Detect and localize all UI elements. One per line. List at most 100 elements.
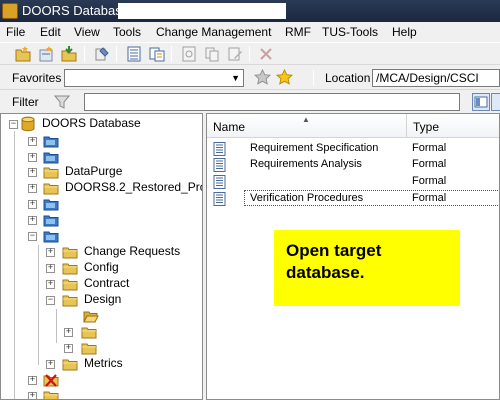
folder-icon[interactable] bbox=[62, 294, 78, 307]
tree-guide bbox=[14, 131, 15, 399]
delete-icon[interactable] bbox=[257, 45, 275, 63]
module-name[interactable]: Verification Procedures bbox=[250, 192, 363, 204]
expand-icon[interactable]: + bbox=[28, 184, 37, 193]
menu-tools[interactable]: Tools bbox=[113, 25, 141, 39]
favorites-bar: Favorites ▼ Location /MCA/Design/CSCI bbox=[0, 64, 500, 89]
menu-change-management[interactable]: Change Management bbox=[156, 25, 271, 39]
menu-help[interactable]: Help bbox=[392, 25, 417, 39]
menu-rmf[interactable]: RMF bbox=[285, 25, 311, 39]
database-icon[interactable] bbox=[20, 116, 36, 132]
location-label: Location bbox=[325, 71, 371, 85]
details-view-icon[interactable] bbox=[472, 93, 490, 111]
expand-icon[interactable]: + bbox=[64, 328, 73, 337]
location-field[interactable]: /MCA/Design/CSCI bbox=[372, 69, 500, 87]
folder-icon[interactable] bbox=[43, 182, 59, 195]
tree-item-label[interactable]: Contract bbox=[84, 276, 129, 290]
tree-item-label[interactable]: Change Requests bbox=[84, 244, 180, 258]
chevron-down-icon[interactable]: ▼ bbox=[231, 73, 240, 83]
column-header-type[interactable]: Type bbox=[407, 114, 499, 138]
collapse-icon[interactable]: − bbox=[28, 232, 37, 241]
filter-input[interactable] bbox=[84, 93, 460, 111]
column-header-type-label: Type bbox=[413, 120, 440, 134]
instruction-callout: Open target database. bbox=[274, 230, 460, 306]
project-icon[interactable] bbox=[43, 214, 59, 227]
formal-module-icon[interactable] bbox=[125, 45, 143, 63]
tree-item-label[interactable]: DataPurge bbox=[65, 164, 122, 178]
open-folder-icon[interactable] bbox=[60, 45, 78, 63]
favorite-star-icon[interactable] bbox=[276, 69, 293, 86]
new-folder-icon[interactable] bbox=[14, 45, 32, 63]
expand-icon[interactable]: + bbox=[64, 344, 73, 353]
menu-file[interactable]: File bbox=[6, 25, 25, 39]
folder-icon[interactable] bbox=[62, 358, 78, 371]
menu-edit[interactable]: Edit bbox=[40, 25, 61, 39]
toolbar-separator bbox=[249, 46, 250, 62]
link-module-icon[interactable] bbox=[148, 45, 166, 63]
expand-icon[interactable]: + bbox=[28, 216, 37, 225]
deleted-folder-icon[interactable] bbox=[43, 374, 59, 387]
toolbar-separator bbox=[313, 70, 314, 86]
expand-icon[interactable]: + bbox=[46, 248, 55, 257]
module-name[interactable]: Requirements Analysis bbox=[250, 158, 362, 170]
edit-icon[interactable] bbox=[226, 45, 244, 63]
collapse-icon[interactable]: − bbox=[9, 120, 18, 129]
project-icon[interactable] bbox=[43, 198, 59, 211]
toolbar-separator bbox=[171, 46, 172, 62]
folder-icon[interactable] bbox=[81, 326, 97, 339]
favorites-dropdown[interactable]: ▼ bbox=[64, 69, 244, 87]
expand-icon[interactable]: + bbox=[28, 137, 37, 146]
project-icon[interactable] bbox=[43, 151, 59, 164]
list-view-icon[interactable] bbox=[491, 93, 500, 111]
project-icon[interactable] bbox=[43, 135, 59, 148]
expand-icon[interactable]: + bbox=[46, 360, 55, 369]
menu-tus-tools[interactable]: TUS-Tools bbox=[322, 25, 378, 39]
properties-icon[interactable] bbox=[93, 45, 111, 63]
new-project-icon[interactable] bbox=[37, 45, 55, 63]
filter-label: Filter bbox=[12, 95, 39, 109]
tree-guide bbox=[38, 245, 39, 365]
formal-module-icon[interactable] bbox=[213, 142, 226, 156]
database-tree: − DOORS Database + + + DataPurge + DOORS8.2_Res… bbox=[0, 113, 203, 400]
tree-guide bbox=[56, 309, 57, 343]
folder-icon[interactable] bbox=[43, 390, 59, 399]
tree-item-label[interactable]: Design bbox=[84, 292, 121, 306]
descriptive-module-icon[interactable] bbox=[180, 45, 198, 63]
folder-icon[interactable] bbox=[43, 166, 59, 179]
module-type: Formal bbox=[412, 142, 447, 154]
copy-icon[interactable] bbox=[203, 45, 221, 63]
open-folder-icon[interactable] bbox=[83, 310, 99, 323]
expand-icon[interactable]: + bbox=[46, 264, 55, 273]
add-favorite-icon[interactable] bbox=[254, 69, 271, 86]
window-title: DOORS Database: bbox=[22, 3, 133, 18]
expand-icon[interactable]: + bbox=[28, 376, 37, 385]
collapse-icon[interactable]: − bbox=[46, 296, 55, 305]
column-header-name[interactable]: Name ▲ bbox=[207, 114, 407, 138]
module-type: Formal bbox=[412, 158, 447, 170]
menu-view[interactable]: View bbox=[74, 25, 100, 39]
tree-item-label[interactable]: Metrics bbox=[84, 356, 123, 370]
folder-icon[interactable] bbox=[81, 342, 97, 355]
expand-icon[interactable]: + bbox=[28, 200, 37, 209]
folder-icon[interactable] bbox=[62, 262, 78, 275]
toolbar-separator bbox=[84, 46, 85, 62]
menu-bar: File Edit View Tools Change Management R… bbox=[0, 22, 500, 42]
tree-item-label[interactable]: DOORS Database bbox=[42, 116, 141, 130]
folder-icon[interactable] bbox=[62, 246, 78, 259]
formal-module-icon[interactable] bbox=[213, 158, 226, 172]
module-name[interactable]: Requirement Specification bbox=[250, 142, 378, 154]
project-icon[interactable] bbox=[43, 230, 59, 243]
tree-item-label[interactable]: Config bbox=[84, 260, 119, 274]
expand-icon[interactable]: + bbox=[46, 280, 55, 289]
expand-icon[interactable]: + bbox=[28, 153, 37, 162]
formal-module-icon[interactable] bbox=[213, 192, 226, 206]
filter-funnel-icon[interactable] bbox=[54, 94, 70, 110]
column-header-name-label: Name bbox=[213, 120, 246, 134]
expand-icon[interactable]: + bbox=[28, 392, 37, 399]
tree-item-label[interactable]: DOORS8.2_Restored_Proje bbox=[65, 180, 202, 194]
title-redacted bbox=[118, 3, 286, 19]
module-type: Formal bbox=[412, 192, 447, 204]
folder-icon[interactable] bbox=[62, 278, 78, 291]
title-bar: DOORS Database: bbox=[0, 0, 500, 22]
expand-icon[interactable]: + bbox=[28, 168, 37, 177]
formal-module-icon[interactable] bbox=[213, 175, 226, 189]
